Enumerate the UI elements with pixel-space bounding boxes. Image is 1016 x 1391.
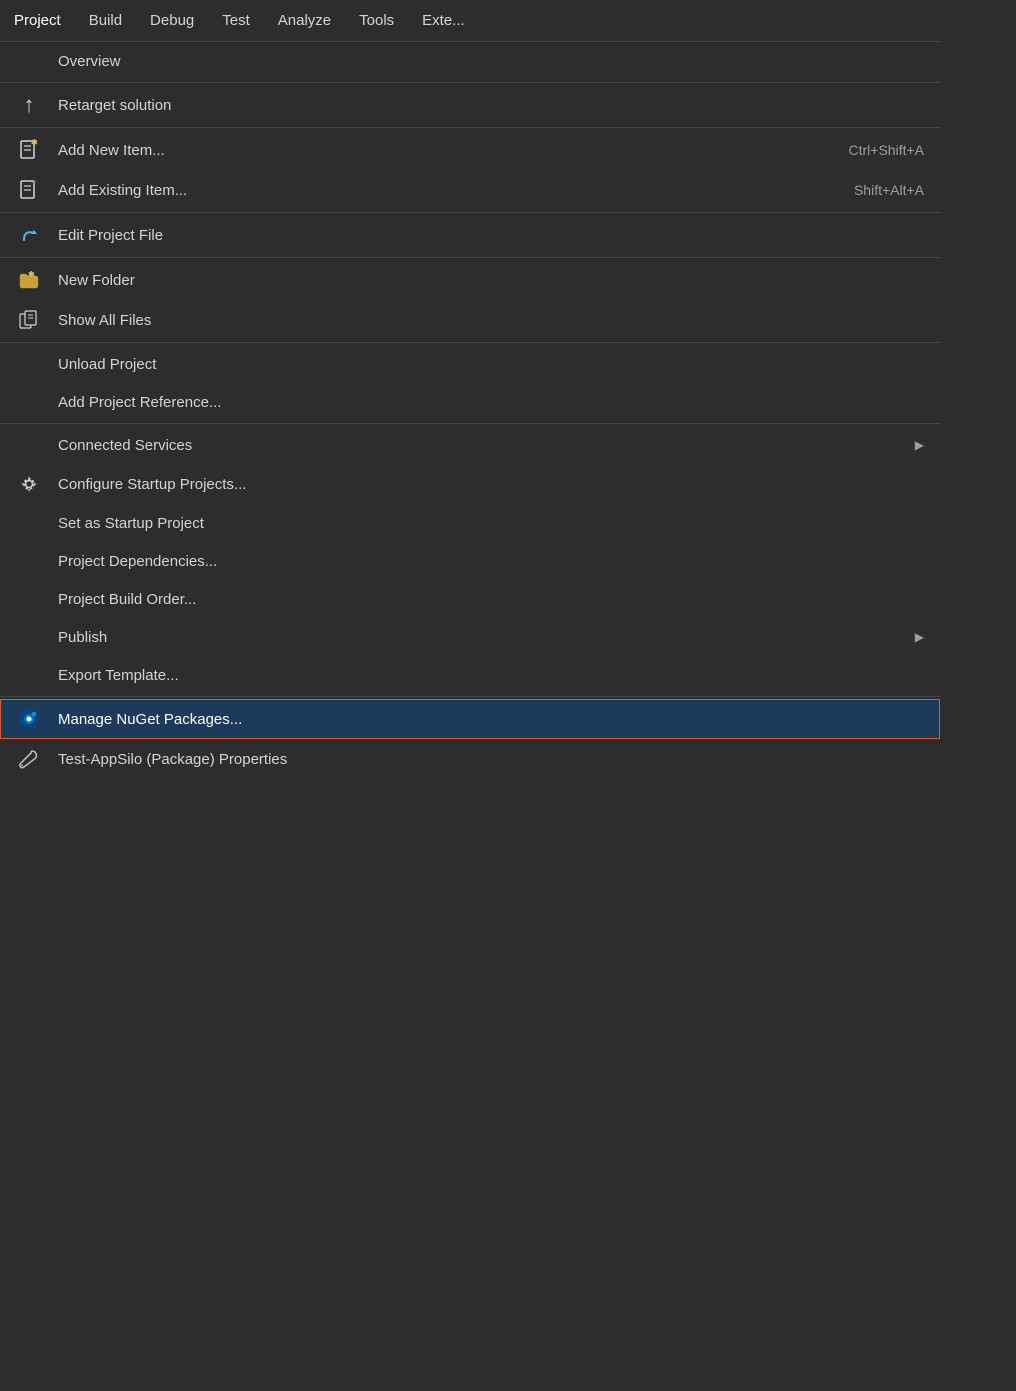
menu-item-unload-project[interactable]: Unload Project [0, 345, 940, 383]
svg-text:✱: ✱ [28, 270, 35, 279]
menu-item-test-appsilo-properties[interactable]: Test-AppSilo (Package) Properties [0, 739, 940, 779]
menu-item-overview[interactable]: Overview [0, 42, 940, 80]
menu-item-retarget-label: Retarget solution [58, 97, 924, 114]
menu-item-add-project-reference[interactable]: Add Project Reference... [0, 383, 940, 421]
menu-item-add-new-item[interactable]: ✱ Add New Item... Ctrl+Shift+A [0, 130, 940, 170]
menu-item-manage-nuget-label: Manage NuGet Packages... [58, 711, 924, 728]
menu-item-edit-project-file[interactable]: Edit Project File [0, 215, 940, 255]
configure-startup-icon [16, 471, 42, 497]
wrench-icon [16, 746, 42, 772]
divider-5 [0, 342, 940, 343]
menu-item-edit-project-label: Edit Project File [58, 227, 924, 244]
menu-item-publish-label: Publish [58, 629, 905, 646]
new-folder-icon: ✱ [16, 267, 42, 293]
menu-item-configure-startup-label: Configure Startup Projects... [58, 476, 924, 493]
add-new-item-icon: ✱ [16, 137, 42, 163]
publish-arrow-icon: ▶ [915, 630, 924, 644]
menu-item-publish[interactable]: Publish ▶ [0, 618, 940, 656]
menu-item-add-new-shortcut: Ctrl+Shift+A [849, 142, 924, 158]
menu-item-add-existing-shortcut: Shift+Alt+A [854, 182, 924, 198]
menu-item-set-startup-label: Set as Startup Project [58, 515, 924, 532]
menu-item-add-existing-label: Add Existing Item... [58, 182, 814, 199]
menu-item-add-new-label: Add New Item... [58, 142, 809, 159]
menu-item-configure-startup[interactable]: Configure Startup Projects... [0, 464, 940, 504]
connected-services-arrow-icon: ▶ [915, 438, 924, 452]
menu-item-set-startup[interactable]: Set as Startup Project [0, 504, 940, 542]
menu-item-new-folder-label: New Folder [58, 272, 924, 289]
menu-item-add-proj-ref-label: Add Project Reference... [58, 394, 924, 411]
menu-item-retarget-solution[interactable]: ↑ Retarget solution [0, 85, 940, 125]
edit-project-icon [16, 222, 42, 248]
add-existing-item-icon: + [16, 177, 42, 203]
retarget-icon: ↑ [16, 92, 42, 118]
menu-build[interactable]: Build [75, 0, 136, 41]
svg-text:✱: ✱ [31, 139, 38, 147]
show-all-files-icon [16, 307, 42, 333]
menu-item-project-build-order[interactable]: Project Build Order... [0, 580, 940, 618]
nuget-icon [16, 706, 42, 732]
menu-debug[interactable]: Debug [136, 0, 208, 41]
menu-item-connected-services-label: Connected Services [58, 437, 905, 454]
menu-item-proj-deps-label: Project Dependencies... [58, 553, 924, 570]
menu-test[interactable]: Test [208, 0, 264, 41]
menu-item-show-all-files-label: Show All Files [58, 312, 924, 329]
menu-item-project-dependencies[interactable]: Project Dependencies... [0, 542, 940, 580]
menu-project[interactable]: Project [0, 0, 75, 41]
menu-extensions[interactable]: Exte... [408, 0, 479, 41]
menu-item-unload-label: Unload Project [58, 356, 924, 373]
divider-2 [0, 127, 940, 128]
divider-3 [0, 212, 940, 213]
top-menu-bar: Project Build Debug Test Analyze Tools E… [0, 0, 940, 42]
menu-item-connected-services[interactable]: Connected Services ▶ [0, 426, 940, 464]
menu-item-overview-label: Overview [58, 53, 924, 70]
menu-item-proj-build-order-label: Project Build Order... [58, 591, 924, 608]
menu-tools[interactable]: Tools [345, 0, 408, 41]
divider-4 [0, 257, 940, 258]
menu-analyze[interactable]: Analyze [264, 0, 345, 41]
divider-6 [0, 423, 940, 424]
divider-7 [0, 696, 940, 697]
menu-container: Project Build Debug Test Analyze Tools E… [0, 0, 940, 779]
menu-item-export-template-label: Export Template... [58, 667, 924, 684]
menu-item-add-existing-item[interactable]: + Add Existing Item... Shift+Alt+A [0, 170, 940, 210]
menu-item-new-folder[interactable]: ✱ New Folder [0, 260, 940, 300]
divider-1 [0, 82, 940, 83]
menu-item-manage-nuget[interactable]: Manage NuGet Packages... [0, 699, 940, 739]
svg-text:+: + [31, 179, 36, 187]
menu-item-export-template[interactable]: Export Template... [0, 656, 940, 694]
menu-item-test-appsilo-label: Test-AppSilo (Package) Properties [58, 751, 924, 768]
menu-item-show-all-files[interactable]: Show All Files [0, 300, 940, 340]
